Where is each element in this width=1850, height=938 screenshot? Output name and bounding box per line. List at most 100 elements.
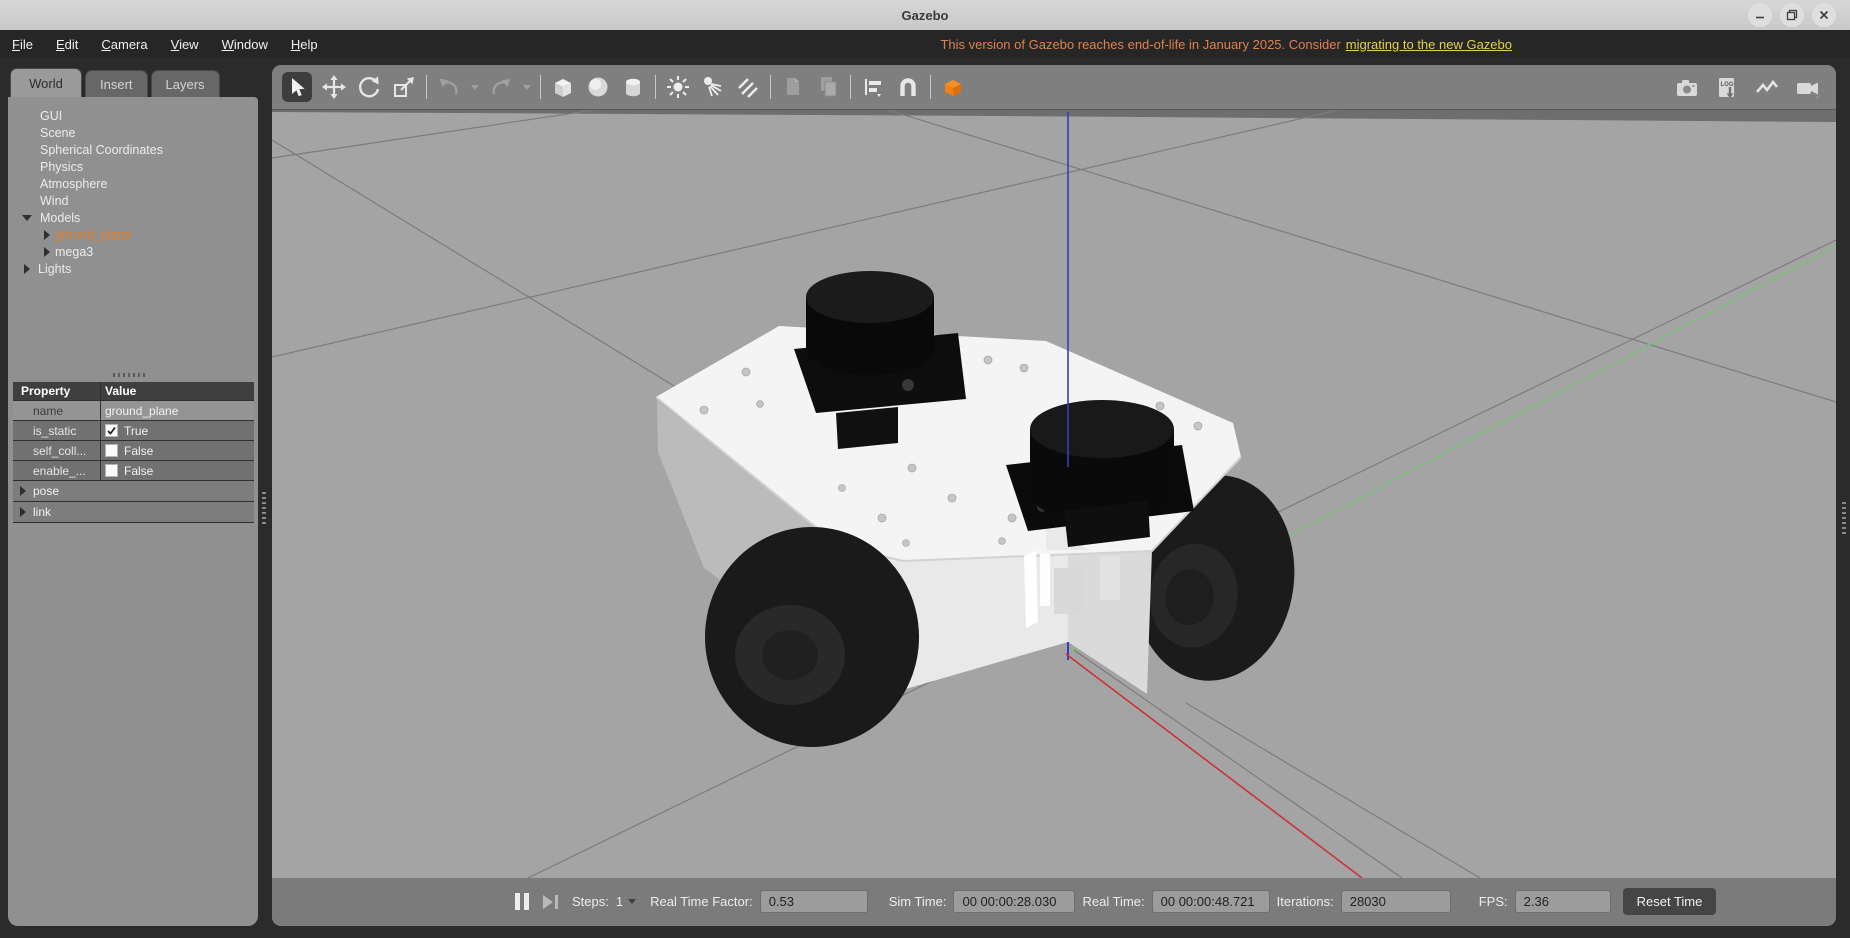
step-button[interactable] <box>543 895 558 909</box>
align-icon <box>860 74 886 100</box>
tree-item-physics[interactable]: Physics <box>8 158 258 175</box>
redo-history-caret-icon[interactable] <box>523 85 531 90</box>
tree-item-scene[interactable]: Scene <box>8 124 258 141</box>
panel-tabs: World Insert Layers <box>10 68 220 98</box>
tree-item-models[interactable]: Models <box>8 209 258 226</box>
close-button[interactable] <box>1812 3 1836 27</box>
snap-button[interactable] <box>895 74 921 100</box>
tab-layers[interactable]: Layers <box>151 70 220 98</box>
collapse-arrow-icon[interactable] <box>44 230 50 240</box>
data-logger-button[interactable]: LOG <box>1714 75 1740 101</box>
directional-light-button[interactable] <box>735 74 761 100</box>
rtf-label: Real Time Factor: <box>650 894 753 909</box>
tree-item-spherical-coordinates[interactable]: Spherical Coordinates <box>8 141 258 158</box>
rotate-tool-button[interactable] <box>356 74 382 100</box>
steps-value[interactable]: 1 <box>616 894 623 909</box>
window-edge-handle[interactable] <box>1842 502 1846 534</box>
menu-edit[interactable]: Edit <box>56 37 78 52</box>
minimize-icon <box>1754 9 1766 21</box>
tab-world[interactable]: World <box>10 68 82 98</box>
undo-history-caret-icon[interactable] <box>471 85 479 90</box>
collapse-arrow-icon[interactable] <box>20 507 26 517</box>
menu-camera[interactable]: Camera <box>101 37 147 52</box>
tree-item-wind[interactable]: Wind <box>8 192 258 209</box>
property-table-header: Property Value <box>13 382 254 400</box>
toolbar-separator <box>540 75 541 99</box>
steps-caret-icon[interactable] <box>628 899 636 904</box>
menu-bar: File Edit Camera View Window Help This v… <box>0 30 1850 58</box>
insert-cylinder-button[interactable] <box>620 74 646 100</box>
tree-item-ground-plane[interactable]: ground_plane <box>8 226 258 243</box>
pane-splitter-handle[interactable] <box>113 373 147 377</box>
plot-button[interactable] <box>1754 75 1780 101</box>
scale-icon <box>391 74 417 100</box>
rotate-icon <box>356 74 382 100</box>
pause-icon <box>515 893 520 910</box>
minimize-button[interactable] <box>1748 3 1772 27</box>
tree-item-gui[interactable]: GUI <box>8 107 258 124</box>
translate-tool-button[interactable] <box>321 74 347 100</box>
align-button[interactable] <box>860 74 886 100</box>
point-light-button[interactable] <box>665 74 691 100</box>
world-tree: GUI Scene Spherical Coordinates Physics … <box>8 97 258 277</box>
eol-migrate-link[interactable]: migrating to the new Gazebo <box>1346 37 1512 52</box>
paste-button[interactable] <box>815 74 841 100</box>
undo-button[interactable] <box>436 74 462 100</box>
screenshot-button[interactable] <box>1674 75 1700 101</box>
paste-icon <box>815 74 841 100</box>
tab-insert[interactable]: Insert <box>85 70 148 98</box>
view-angle-button[interactable] <box>940 74 966 100</box>
tree-item-atmosphere[interactable]: Atmosphere <box>8 175 258 192</box>
property-group-pose[interactable]: pose <box>13 480 254 501</box>
insert-box-button[interactable] <box>550 74 576 100</box>
copy-button[interactable] <box>780 74 806 100</box>
menu-view[interactable]: View <box>171 37 199 52</box>
redo-button[interactable] <box>488 74 514 100</box>
directional-light-icon <box>735 74 761 100</box>
checkbox-unchecked[interactable] <box>105 464 118 477</box>
property-row-self-collide: self_coll... False <box>13 440 254 460</box>
scale-tool-button[interactable] <box>391 74 417 100</box>
status-bar: Steps: 1 Real Time Factor: 0.53 Sim Time… <box>272 878 1836 925</box>
collapse-arrow-icon[interactable] <box>44 247 50 257</box>
close-icon <box>1818 9 1830 21</box>
checkbox-checked[interactable] <box>105 424 118 437</box>
spot-light-button[interactable] <box>700 74 726 100</box>
step-forward-icon <box>543 895 553 909</box>
expand-arrow-icon[interactable] <box>22 215 32 221</box>
panel-splitter-handle[interactable] <box>262 492 266 524</box>
camera-icon <box>1674 75 1700 101</box>
log-file-icon: LOG <box>1714 75 1740 101</box>
property-row-enable-wind: enable_... False <box>13 460 254 480</box>
tree-item-lights[interactable]: Lights <box>8 260 258 277</box>
property-group-link[interactable]: link <box>13 501 254 522</box>
collapse-arrow-icon[interactable] <box>24 264 30 274</box>
window-title: Gazebo <box>902 8 949 23</box>
redo-arrow-icon <box>488 74 514 100</box>
insert-sphere-button[interactable] <box>585 74 611 100</box>
menu-window[interactable]: Window <box>222 37 268 52</box>
iterations-label: Iterations: <box>1277 894 1334 909</box>
menu-file[interactable]: File <box>12 37 33 52</box>
toolbar-separator <box>770 75 771 99</box>
restore-icon <box>1786 9 1798 21</box>
view-cube-icon <box>940 74 966 100</box>
tree-item-mega3[interactable]: mega3 <box>8 243 258 260</box>
property-row-name: name ground_plane <box>13 400 254 420</box>
collapse-arrow-icon[interactable] <box>20 486 26 496</box>
name-value[interactable]: ground_plane <box>100 401 254 420</box>
scene-3d <box>272 110 1836 878</box>
restore-button[interactable] <box>1780 3 1804 27</box>
pause-button[interactable] <box>515 893 529 910</box>
reset-time-button[interactable]: Reset Time <box>1623 888 1717 915</box>
checkbox-unchecked[interactable] <box>105 444 118 457</box>
check-icon <box>106 425 117 436</box>
fps-value-field: 2.36 <box>1515 890 1611 913</box>
real-time-label: Real Time: <box>1082 894 1144 909</box>
render-viewport[interactable] <box>272 110 1836 878</box>
record-video-button[interactable] <box>1794 75 1820 101</box>
cylinder-icon <box>620 74 646 100</box>
move-icon <box>321 74 347 100</box>
menu-help[interactable]: Help <box>291 37 318 52</box>
select-tool-button[interactable] <box>282 72 312 102</box>
